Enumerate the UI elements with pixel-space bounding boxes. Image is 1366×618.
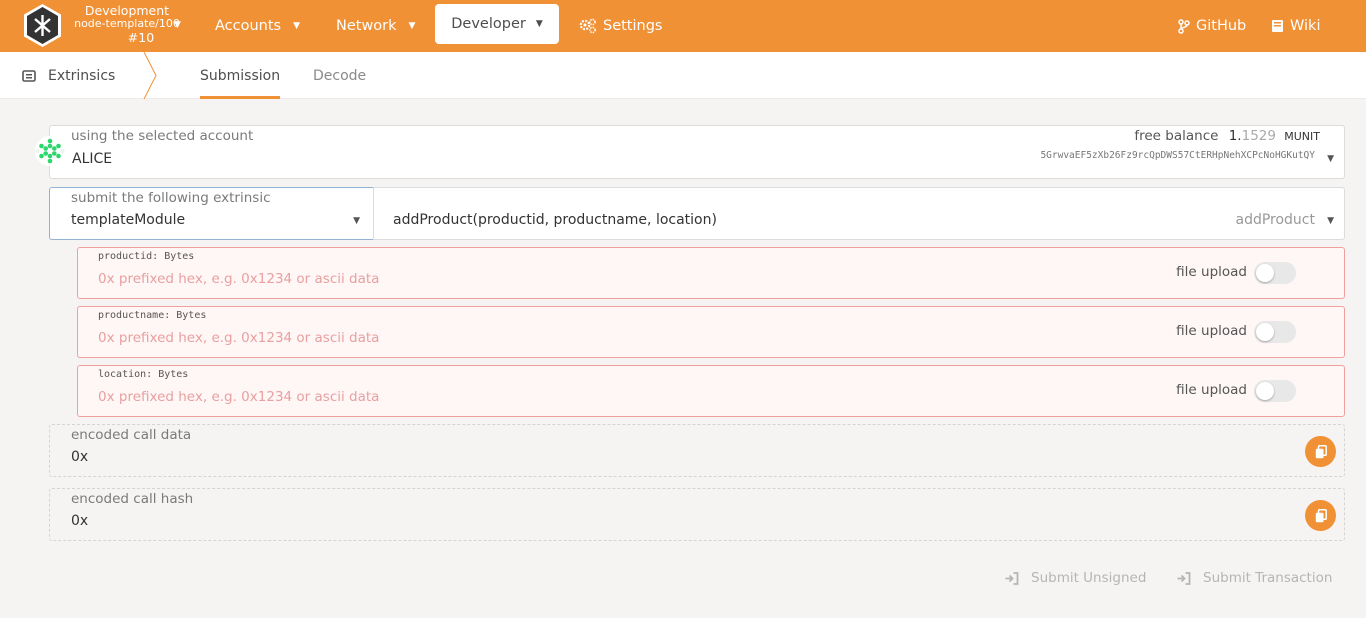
- identicon-avatar[interactable]: [35, 136, 65, 166]
- sub-navigation: Extrinsics Submission Decode: [0, 52, 1366, 99]
- file-upload-label: file upload: [1176, 264, 1247, 280]
- param-location: location: Bytes 0x prefixed hex, e.g. 0x…: [77, 365, 1345, 417]
- copy-button[interactable]: [1305, 436, 1336, 467]
- param-input[interactable]: 0x prefixed hex, e.g. 0x1234 or ascii da…: [98, 271, 379, 287]
- nav-github-label: GitHub: [1196, 18, 1247, 34]
- nav-github[interactable]: GitHub: [1178, 0, 1246, 52]
- submit-transaction-label: Submit Transaction: [1203, 570, 1333, 586]
- nav-network[interactable]: Network ▼: [336, 0, 415, 52]
- submit-transaction-button[interactable]: Submit Transaction: [1177, 570, 1332, 586]
- param-input[interactable]: 0x prefixed hex, e.g. 0x1234 or ascii da…: [98, 389, 379, 405]
- nav-developer-label: Developer: [451, 16, 526, 32]
- nav-accounts[interactable]: Accounts ▼: [215, 0, 300, 52]
- copy-icon: [1315, 444, 1327, 458]
- chevron-down-icon: ▼: [408, 21, 416, 31]
- param-productname: productname: Bytes 0x prefixed hex, e.g.…: [77, 306, 1345, 358]
- file-upload-toggle[interactable]: [1254, 321, 1296, 343]
- top-bar: Development node-template/100 #10 ▼ Acco…: [0, 0, 1366, 52]
- encoded-call-data: encoded call data 0x: [49, 424, 1345, 477]
- tab-submission-label: Submission: [200, 67, 281, 84]
- nav-wiki-label: Wiki: [1290, 18, 1321, 34]
- call-name: addProduct: [1235, 212, 1315, 228]
- chain-block-number: #10: [127, 30, 155, 46]
- chain-node-version: node-template/100: [74, 17, 180, 31]
- section-title: Extrinsics: [22, 52, 115, 99]
- code-branch-icon: [1178, 18, 1190, 34]
- chevron-down-icon: ▼: [293, 21, 301, 31]
- chevron-down-icon[interactable]: ▼: [174, 20, 181, 30]
- param-label: productname: Bytes: [98, 310, 207, 321]
- nav-network-label: Network: [336, 18, 397, 34]
- toggle-knob: [1256, 264, 1274, 282]
- call-signature: addProduct(productid, productname, locat…: [393, 212, 717, 228]
- section-title-label: Extrinsics: [48, 67, 116, 84]
- module-name: templateModule: [71, 212, 186, 228]
- param-productid: productid: Bytes 0x prefixed hex, e.g. 0…: [77, 247, 1345, 299]
- submit-unsigned-button[interactable]: Submit Unsigned: [1005, 570, 1146, 586]
- tab-submission[interactable]: Submission: [200, 52, 281, 99]
- sign-in-icon: [1005, 571, 1019, 585]
- breadcrumb-separator: [143, 52, 157, 99]
- call-selector[interactable]: addProduct(productid, productname, locat…: [373, 187, 1345, 240]
- copy-button[interactable]: [1305, 500, 1336, 531]
- account-label: using the selected account: [71, 128, 254, 144]
- encoded-call-hash: encoded call hash 0x: [49, 488, 1345, 541]
- free-balance-label: free balance: [1134, 128, 1219, 144]
- nav-wiki[interactable]: Wiki: [1271, 0, 1320, 52]
- account-address: 5GrwvaEF5zXb26Fz9rcQpDWS57CtERHpNehXCPcN…: [1040, 150, 1315, 161]
- encoded-call-data-value: 0x: [71, 449, 89, 465]
- param-label: location: Bytes: [98, 369, 189, 380]
- nav-settings[interactable]: Settings: [579, 0, 662, 52]
- balance-unit: MUNIT: [1284, 130, 1320, 143]
- nav-developer[interactable]: Developer ▼: [435, 4, 559, 44]
- balance-fraction: 1529: [1241, 128, 1276, 144]
- chevron-down-icon: ▼: [353, 216, 360, 226]
- param-label: productid: Bytes: [98, 251, 195, 262]
- copy-icon: [1315, 508, 1327, 522]
- chain-name: Development: [84, 3, 170, 18]
- file-upload-toggle[interactable]: [1254, 262, 1296, 284]
- file-upload-label: file upload: [1176, 382, 1247, 398]
- extrinsics-icon: [22, 70, 36, 82]
- chevron-down-icon: ▼: [535, 19, 543, 29]
- account-selector[interactable]: using the selected account ALICE free ba…: [49, 125, 1345, 179]
- tab-decode-label: Decode: [313, 67, 367, 84]
- module-selector[interactable]: submit the following extrinsic templateM…: [49, 187, 374, 240]
- logo-icon[interactable]: [22, 3, 63, 48]
- toggle-knob: [1256, 323, 1274, 341]
- chevron-down-icon: ▼: [1327, 154, 1334, 164]
- extrinsic-label: submit the following extrinsic: [71, 190, 271, 206]
- toggle-knob: [1256, 382, 1274, 400]
- account-name: ALICE: [72, 151, 113, 167]
- nav-settings-label: Settings: [603, 18, 663, 34]
- file-upload-label: file upload: [1176, 323, 1247, 339]
- chain-selector[interactable]: Development node-template/100 #10: [72, 3, 182, 45]
- param-input[interactable]: 0x prefixed hex, e.g. 0x1234 or ascii da…: [98, 330, 379, 346]
- sign-in-icon: [1177, 571, 1191, 585]
- book-icon: [1272, 20, 1283, 32]
- chevron-down-icon: ▼: [1327, 216, 1334, 226]
- submit-unsigned-label: Submit Unsigned: [1031, 570, 1147, 586]
- tab-decode[interactable]: Decode: [313, 52, 366, 99]
- gears-icon: [579, 18, 596, 34]
- encoded-call-data-label: encoded call data: [71, 427, 192, 443]
- nav-accounts-label: Accounts: [215, 18, 282, 34]
- encoded-call-hash-value: 0x: [71, 513, 89, 529]
- encoded-call-hash-label: encoded call hash: [71, 491, 194, 507]
- balance-integer: 1.: [1228, 128, 1242, 144]
- free-balance: free balance 1.1529 MUNIT: [1134, 128, 1320, 144]
- file-upload-toggle[interactable]: [1254, 380, 1296, 402]
